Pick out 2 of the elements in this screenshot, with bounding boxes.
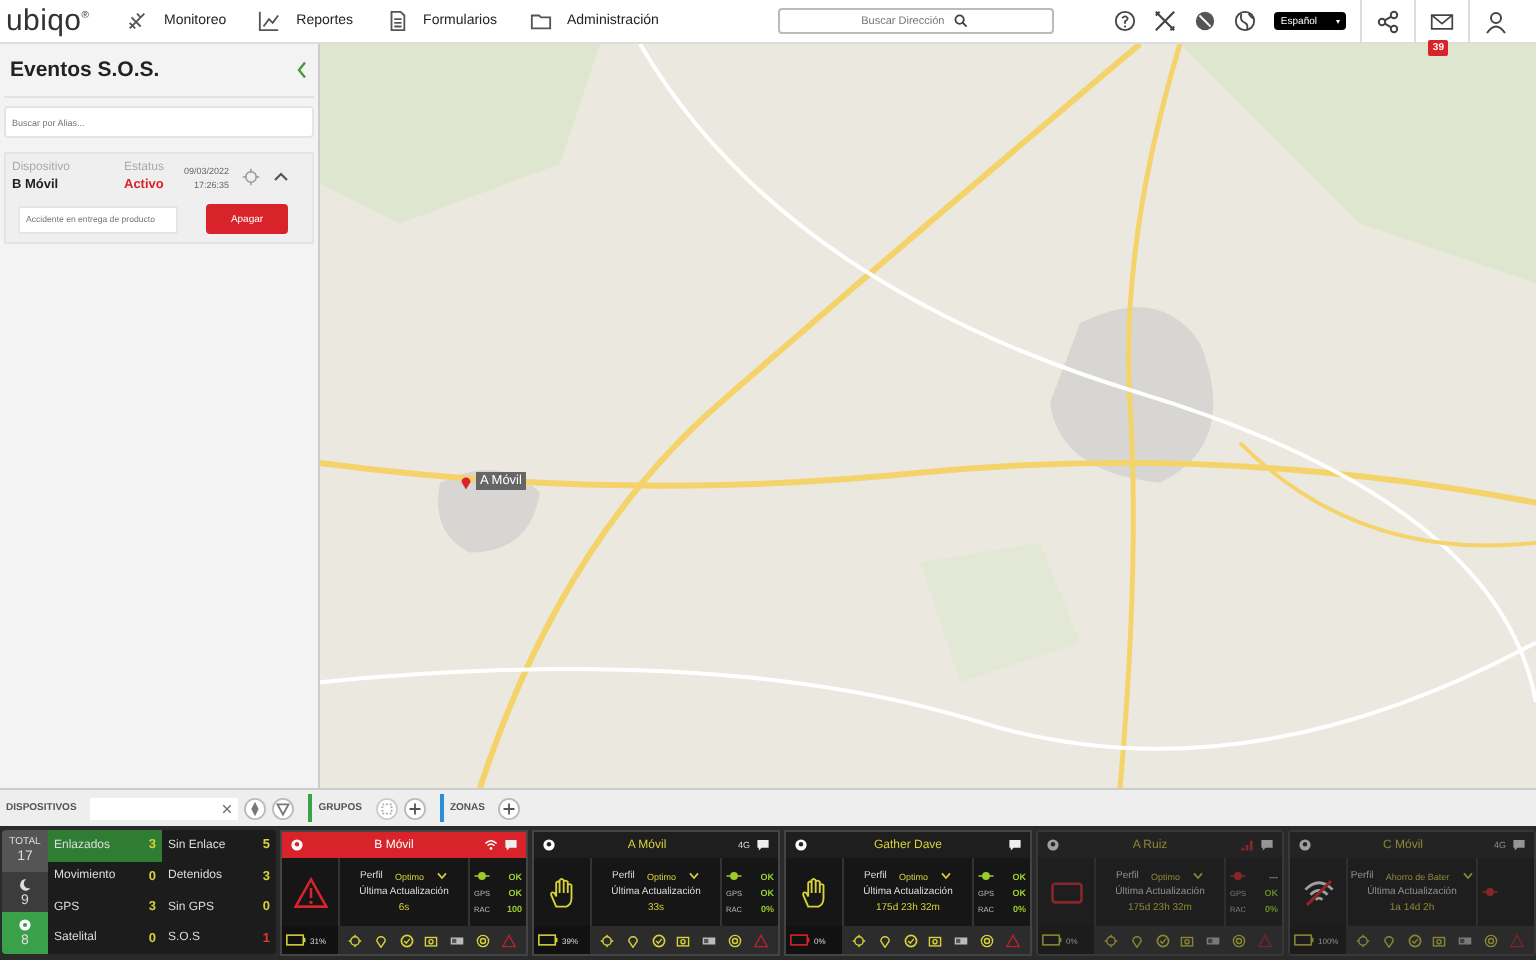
panel-title: Eventos S.O.S.	[10, 58, 160, 82]
logo: ubiqo$^{®}$	[6, 6, 92, 36]
